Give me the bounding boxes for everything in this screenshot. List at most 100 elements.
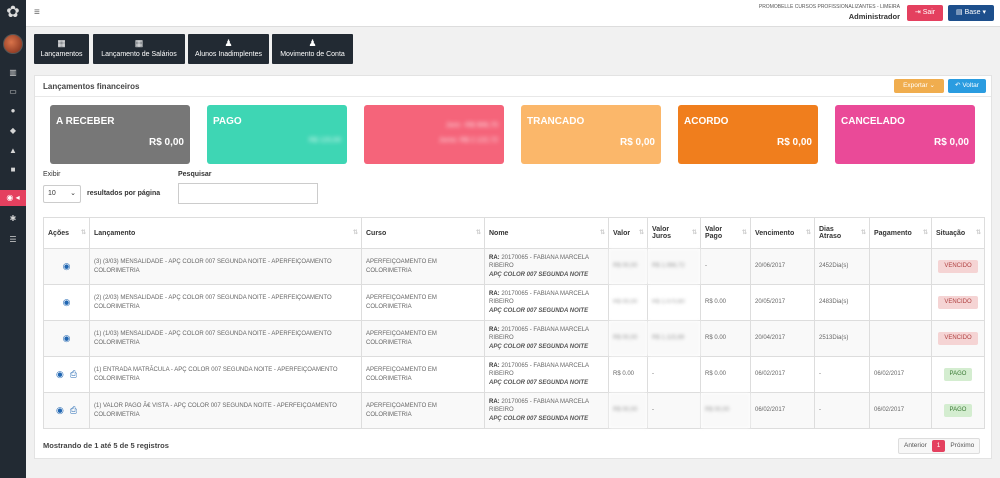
sort-icon: ⇅ <box>475 230 481 236</box>
panel-title: Lançamentos financeiros <box>43 82 140 91</box>
money-icon[interactable]: ◉ ◂ <box>0 190 26 206</box>
user-icon: ♟ <box>308 38 317 48</box>
cell-curso: APERFEIÇOAMENTO EM COLORIMETRIA <box>361 284 485 321</box>
card-a-receber: A RECEBER R$ 0,00 <box>50 105 190 164</box>
prev-page-button[interactable]: Anterior <box>899 439 932 453</box>
ra-value: 20170065 - FABIANA MARCELA RIBEIRO <box>489 327 589 342</box>
cell-valor-pago: R$ 0.00 <box>700 320 751 357</box>
cell-valor-juros: R$ 1.070,60 <box>647 284 701 321</box>
view-icon[interactable]: ◉ <box>63 333 71 343</box>
ra-value: 20170065 - FABIANA MARCELA RIBEIRO <box>489 399 589 414</box>
back-label: Voltar <box>962 82 979 89</box>
shortcut-movimento-conta[interactable]: ♟ Movimento de Conta <box>272 34 353 64</box>
view-icon[interactable]: ◉ <box>56 369 64 379</box>
header-label: Atraso <box>819 233 842 240</box>
search-input[interactable] <box>178 183 318 204</box>
header-label: Valor <box>705 226 723 233</box>
col-nome[interactable]: Nome ⇅ <box>484 217 609 249</box>
sort-icon: ⇅ <box>860 230 866 236</box>
page-1-button[interactable]: 1 <box>931 440 946 452</box>
users-icon[interactable]: ● <box>0 103 26 119</box>
table-row: ◉ (1) (1/03) MENSALIDADE - APÇ COLOR 007… <box>43 320 985 357</box>
col-situacao[interactable]: Situação ⇅ <box>931 217 985 249</box>
cell-curso: APERFEIÇOAMENTO EM COLORIMETRIA <box>361 248 485 285</box>
cell-dias-atraso: - <box>814 392 870 429</box>
next-page-button[interactable]: Próximo <box>945 439 979 453</box>
card-value: R$ 120,00 <box>308 137 341 144</box>
turma-value: APÇ COLOR 007 SEGUNDA NOITE <box>489 379 589 386</box>
shortcut-alunos-inadimplentes[interactable]: ♟ Alunos Inadimplentes <box>188 34 269 64</box>
cell-dias-atraso: 2513Dia(s) <box>814 320 870 357</box>
laptop-icon[interactable]: ▭ <box>0 84 26 100</box>
col-dias-atraso[interactable]: Dias Atraso ⇅ <box>814 217 870 249</box>
list-icon[interactable]: ☰ <box>0 232 26 248</box>
book-icon[interactable]: ■ <box>0 162 26 178</box>
ra-value: 20170065 - FABIANA MARCELA RIBEIRO <box>489 291 589 306</box>
menu-toggle-icon[interactable]: ≡ <box>34 7 40 18</box>
cell-pagamento <box>869 248 932 285</box>
status-badge: PAGO <box>943 404 973 417</box>
organization-name: PROMOBELLE CURSOS PROFISSIONALIZANTES - … <box>758 4 900 10</box>
cube-icon[interactable]: ◆ <box>0 123 26 139</box>
header-label: Lançamento <box>94 229 136 237</box>
col-valor-juros[interactable]: Valor Juros ⇅ <box>647 217 701 249</box>
col-acoes[interactable]: Ações ⇅ <box>43 217 90 249</box>
page-size-select[interactable]: 10 ⌄ <box>43 185 81 203</box>
pagination: Anterior 1 Próximo <box>898 438 981 454</box>
col-pagamento[interactable]: Pagamento ⇅ <box>869 217 932 249</box>
base-dropdown-button[interactable]: ▤ Base ▾ <box>948 5 994 21</box>
logout-icon: ⇥ <box>914 9 921 16</box>
shortcut-lancamento-salarios[interactable]: ▦ Lançamento de Salários <box>93 34 185 64</box>
cell-nome: RA: 20170065 - FABIANA MARCELA RIBEIRO AP… <box>484 248 609 285</box>
header-label: Curso <box>366 229 387 237</box>
cell-valor: R$ 00,00 <box>608 392 648 429</box>
avatar[interactable] <box>3 34 23 54</box>
col-valor-pago[interactable]: Valor Pago ⇅ <box>700 217 751 249</box>
cell-curso: APERFEIÇOAMENTO EM COLORIMETRIA <box>361 392 485 429</box>
shortcut-lancamentos[interactable]: ▦ Lançamentos <box>34 34 89 64</box>
cell-valor-juros: R$ 1.115,69 <box>647 320 701 357</box>
print-icon[interactable]: ⎙ <box>70 369 77 379</box>
cell-valor-juros: - <box>647 356 701 393</box>
header-label: Pago <box>705 233 723 240</box>
col-curso[interactable]: Curso ⇅ <box>361 217 485 249</box>
per-page-label: resultados por página <box>87 190 161 197</box>
view-icon[interactable]: ◉ <box>56 405 64 415</box>
card-trancado: TRANCADO R$ 0,00 <box>521 105 661 164</box>
ra-label: RA: <box>489 327 500 334</box>
table-row: ◉ ⎙ (1) ENTRADA MATRÃCULA - APÇ COLOR 007… <box>43 356 985 393</box>
shortcut-label: Lançamento de Salários <box>101 51 177 58</box>
cell-vencimento: 06/02/2017 <box>750 356 815 393</box>
ra-label: RA: <box>489 255 500 262</box>
cell-pagamento: 06/02/2017 <box>869 356 932 393</box>
back-button[interactable]: ↶ Voltar <box>948 79 986 93</box>
turma-value: APÇ COLOR 007 SEGUNDA NOITE <box>489 307 589 314</box>
print-icon[interactable]: ⎙ <box>70 405 77 415</box>
cell-valor-pago: R$ 00,00 <box>700 392 751 429</box>
table-info: Mostrando de 1 até 5 de 5 registros <box>43 441 169 450</box>
chart-icon[interactable]: ▥ <box>0 65 26 81</box>
divider <box>35 96 991 97</box>
logout-label: Sair <box>922 9 936 16</box>
cell-pagamento <box>869 284 932 321</box>
card-value: Juros: R$ 2.122,72 <box>438 137 498 144</box>
cell-lancamento: (1) ENTRADA MATRÃCULA - APÇ COLOR 007 SE… <box>89 356 362 393</box>
transactions-table: Ações ⇅ Lançamento ⇅ Curso ⇅ Nome ⇅ Valor ⇅ V… <box>43 217 985 429</box>
logout-button[interactable]: ⇥ Sair <box>907 5 943 21</box>
col-valor[interactable]: Valor ⇅ <box>608 217 648 249</box>
cell-valor: R$ 0.00 <box>608 356 648 393</box>
col-lancamento[interactable]: Lançamento ⇅ <box>89 217 362 249</box>
status-badge: VENCIDO <box>938 296 978 309</box>
cell-nome: RA: 20170065 - FABIANA MARCELA RIBEIRO AP… <box>484 320 609 357</box>
graduation-cap-icon[interactable]: ▲ <box>0 143 26 159</box>
cell-dias-atraso: 2483Dia(s) <box>814 284 870 321</box>
col-vencimento[interactable]: Vencimento ⇅ <box>750 217 815 249</box>
search-label: Pesquisar <box>178 171 212 178</box>
chevron-down-icon: ⌄ <box>70 190 76 197</box>
view-icon[interactable]: ◉ <box>63 261 71 271</box>
view-icon[interactable]: ◉ <box>63 297 71 307</box>
logo-icon: ✿ <box>6 4 20 21</box>
export-button[interactable]: Exportar ⌄ <box>894 79 944 93</box>
settings-icon[interactable]: ✱ <box>0 211 26 227</box>
turma-value: APÇ COLOR 007 SEGUNDA NOITE <box>489 415 589 422</box>
